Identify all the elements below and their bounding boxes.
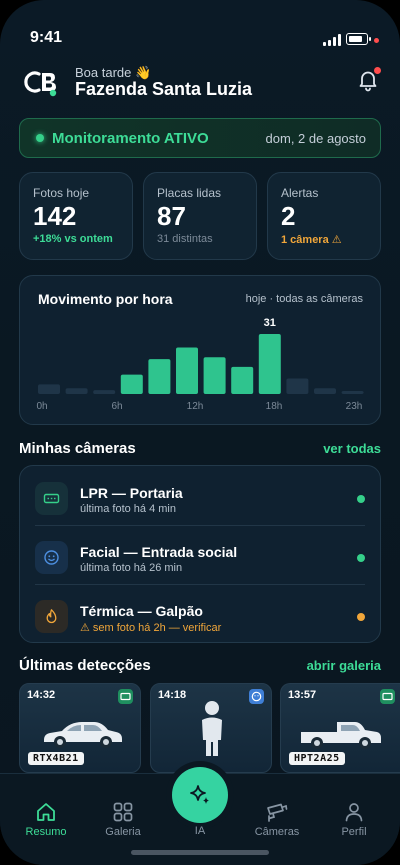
camera-row-facial[interactable]: Facial — Entrada social última foto há 2… <box>20 525 380 583</box>
see-all-cameras-link[interactable]: ver todas <box>323 441 381 456</box>
license-plate-icon <box>43 493 60 504</box>
stat-sub: +18% vs ontem <box>33 233 113 245</box>
person-silhouette <box>202 701 222 756</box>
chart-bar <box>38 384 60 394</box>
camera-status-dot <box>357 495 365 503</box>
stat-value: 87 <box>157 201 186 231</box>
stat-value: 2 <box>281 201 296 231</box>
camera-last-photo: última foto há 4 min <box>80 503 176 515</box>
grid-icon <box>113 802 133 822</box>
chart-bar <box>231 366 254 394</box>
detection-plate: HPT2A25 <box>289 752 345 765</box>
hourly-chart-card: Movimento por hora hoje · todas as câmer… <box>19 275 381 425</box>
detection-card[interactable]: 14:32 RTX4B21 <box>19 683 141 773</box>
stat-label: Placas lidas <box>157 186 222 200</box>
face-icon <box>44 550 59 565</box>
chart-x-tick-label: 18h <box>266 401 283 412</box>
camera-list: LPR — Portaria última foto há 4 min Faci… <box>19 465 381 643</box>
camera-last-photo: última foto há 26 min <box>80 562 183 574</box>
tab-label: Câmeras <box>254 826 300 838</box>
ai-fab-button[interactable] <box>172 767 228 823</box>
stat-value: 142 <box>33 201 77 231</box>
pickup-silhouette <box>301 722 381 749</box>
tab-cameras[interactable]: Câmeras <box>247 774 307 844</box>
chart-bar <box>65 388 88 394</box>
car-silhouette <box>44 722 122 748</box>
license-plate-icon <box>380 689 395 704</box>
recording-dot <box>374 38 379 43</box>
farm-name[interactable]: Fazenda Santa Luzia <box>75 79 252 100</box>
flame-icon <box>46 609 57 624</box>
detection-time: 13:57 <box>288 689 317 701</box>
chart-x-tick-label: 0h <box>36 401 47 412</box>
camera-icon <box>267 803 288 822</box>
camera-row-thermal[interactable]: Térmica — Galpão ⚠ sem foto há 2h — veri… <box>20 584 380 642</box>
camera-row-lpr[interactable]: LPR — Portaria última foto há 4 min <box>20 466 380 524</box>
phone-screen: 9:41 Boa tarde 👋 Fazenda Santa Luzia Mon… <box>0 0 400 865</box>
chart-bar <box>176 347 198 394</box>
camera-icon-box <box>35 600 68 633</box>
face-icon <box>249 689 264 704</box>
camera-status-dot <box>357 554 365 562</box>
status-bar: 9:41 <box>0 0 400 60</box>
chart-bar <box>258 334 281 394</box>
camera-last-photo: ⚠ sem foto há 2h — verificar <box>80 622 222 634</box>
detection-time: 14:18 <box>158 689 187 701</box>
monitoring-date: dom, 2 de agosto <box>265 131 366 146</box>
chart-x-tick-label: 23h <box>346 401 363 412</box>
camera-icon-box <box>35 482 68 515</box>
detection-time: 14:32 <box>27 689 56 701</box>
status-time: 9:41 <box>30 29 63 46</box>
stat-card-photos[interactable]: Fotos hoje 142 +18% vs ontem <box>19 172 133 260</box>
camera-name: Facial — Entrada social <box>80 544 238 560</box>
chart-bar <box>148 359 171 394</box>
stat-sub: 31 distintas <box>157 233 213 245</box>
camera-status-dot <box>357 613 365 621</box>
monitoring-banner[interactable]: Monitoramento ATIVO dom, 2 de agosto <box>19 118 381 158</box>
camera-icon-box <box>35 541 68 574</box>
detection-plate: RTX4B21 <box>28 752 84 765</box>
tab-label: Resumo <box>25 826 67 838</box>
tab-label: Perfil <box>341 826 367 838</box>
license-plate-icon <box>118 689 133 704</box>
chart-bar <box>314 388 336 394</box>
battery-icon <box>346 33 371 45</box>
tab-label: Galeria <box>105 826 141 838</box>
stat-card-plates[interactable]: Placas lidas 87 31 distintas <box>143 172 257 260</box>
tab-resumo[interactable]: Resumo <box>16 774 76 844</box>
chart-bar <box>120 374 143 394</box>
stat-sub: 1 câmera ⚠ <box>281 234 342 246</box>
home-indicator <box>131 850 269 855</box>
chart-bar <box>93 390 116 394</box>
detection-card[interactable]: 13:57 HPT2A25 <box>280 683 400 773</box>
sparkle-icon <box>190 785 209 804</box>
stat-card-alerts[interactable]: Alertas 2 1 câmera ⚠ <box>267 172 381 260</box>
tab-ia-label: IA <box>194 825 206 837</box>
signal-icon <box>323 34 341 46</box>
open-gallery-link[interactable]: abrir galeria <box>307 658 381 673</box>
chart-bar <box>341 391 364 394</box>
chart-peak-label: 31 <box>264 317 276 329</box>
stat-label: Fotos hoje <box>33 186 90 200</box>
home-icon <box>37 803 55 821</box>
camera-name: LPR — Portaria <box>80 485 183 501</box>
user-icon <box>345 803 363 822</box>
monitoring-label: Monitoramento ATIVO <box>52 130 209 147</box>
chart-bar <box>203 357 226 394</box>
notification-dot <box>374 67 381 74</box>
cameras-section-title: Minhas câmeras <box>19 440 136 457</box>
status-live-dot <box>36 134 44 142</box>
camera-name: Térmica — Galpão <box>80 603 203 619</box>
detections-section-title: Últimas detecções <box>19 657 151 674</box>
tab-galeria[interactable]: Galeria <box>93 774 153 844</box>
stat-label: Alertas <box>281 186 319 200</box>
hourly-bar-chart: 31 0h 6h 12h 18h 23h <box>36 317 364 412</box>
chart-bar <box>286 378 309 394</box>
detection-card[interactable]: 14:18 <box>150 683 272 773</box>
app-logo <box>24 71 57 97</box>
chart-x-tick-label: 12h <box>187 401 204 412</box>
chart-x-tick-label: 6h <box>111 401 122 412</box>
tab-perfil[interactable]: Perfil <box>324 774 384 844</box>
